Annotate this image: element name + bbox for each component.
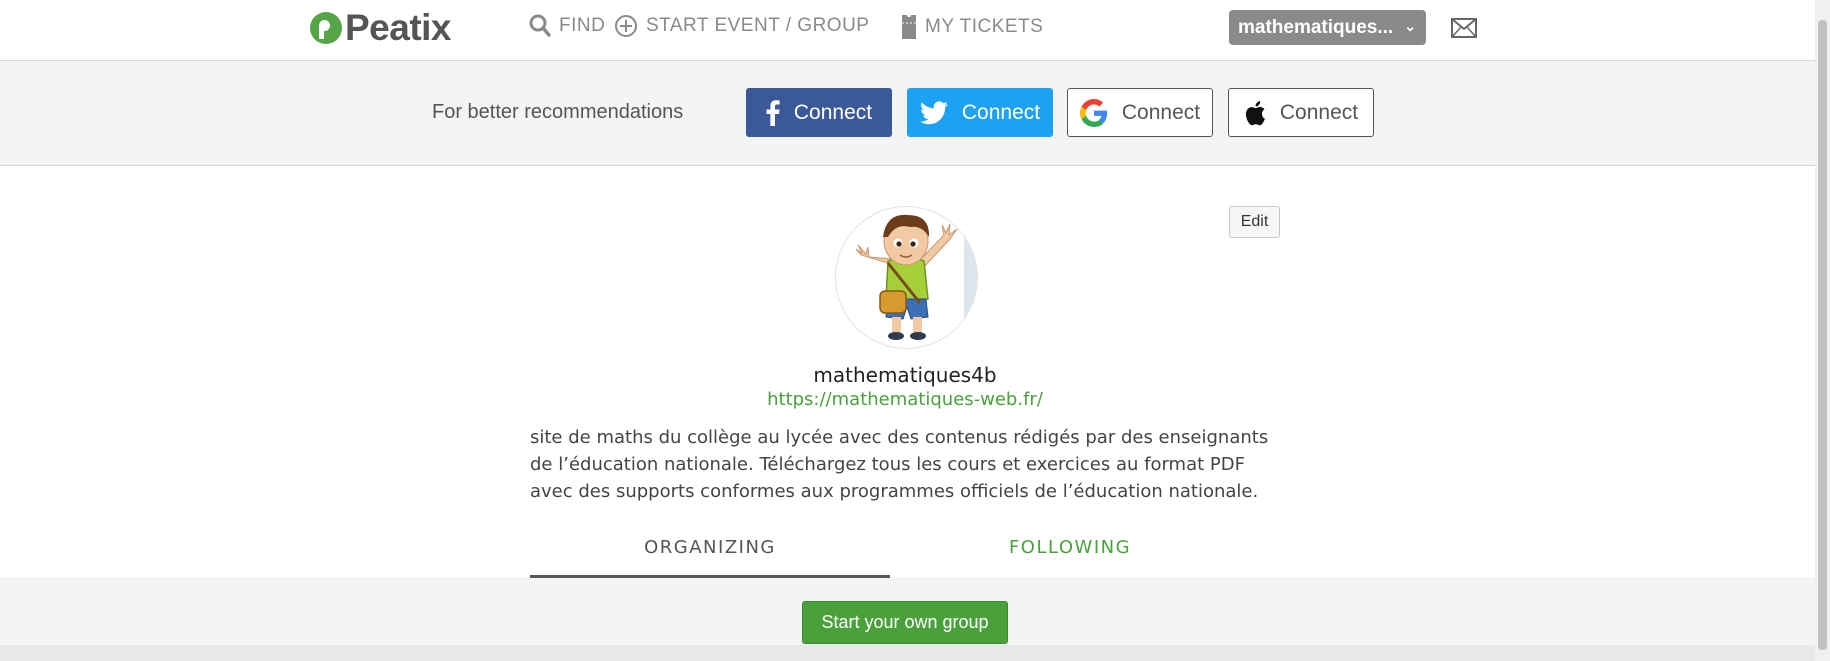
scrollbar-thumb[interactable] <box>1818 20 1827 650</box>
google-connect-label: Connect <box>1121 100 1201 124</box>
twitter-icon <box>919 100 948 124</box>
nav-my-tickets[interactable]: MY TICKETS <box>901 14 1043 40</box>
top-header: Peatix FIND START EVENT / GROUP MY TICKE… <box>0 0 1815 61</box>
profile-bio-line: site de maths du collège au lycée avec d… <box>530 427 1269 448</box>
connect-bar: For better recommendations Connect Conne… <box>0 61 1815 166</box>
boy-character-illustration <box>855 207 977 348</box>
nav-start-event[interactable]: START EVENT / GROUP <box>614 14 869 38</box>
twitter-connect-label: Connect <box>961 100 1041 124</box>
mail-icon <box>1451 18 1477 38</box>
peatix-logo[interactable]: Peatix <box>310 7 452 49</box>
messages-button[interactable] <box>1451 18 1477 42</box>
avatar <box>835 206 978 349</box>
profile-tabs: ORGANIZING FOLLOWING <box>530 532 1250 578</box>
facebook-icon <box>766 99 780 126</box>
facebook-connect-label: Connect <box>793 100 873 124</box>
nav-my-tickets-label: MY TICKETS <box>925 16 1044 37</box>
tab-following[interactable]: FOLLOWING <box>890 532 1250 578</box>
nav-find-label: FIND <box>559 15 606 36</box>
user-menu-dropdown[interactable]: mathematiques... ⌄ <box>1229 10 1426 45</box>
google-icon <box>1079 98 1108 127</box>
chevron-down-icon: ⌄ <box>1404 18 1416 34</box>
twitter-connect-button[interactable]: Connect <box>907 88 1053 137</box>
connect-prompt: For better recommendations <box>432 101 684 123</box>
brand-name: Peatix <box>345 7 452 48</box>
ticket-icon <box>902 15 916 39</box>
profile-bio: site de maths du collège au lycée avec d… <box>530 424 1280 505</box>
tab-organizing[interactable]: ORGANIZING <box>530 532 890 578</box>
nav-find[interactable]: FIND <box>529 14 605 38</box>
apple-icon <box>1245 100 1265 125</box>
page-bottom-strip <box>0 645 1815 661</box>
peatix-logo-mark-icon <box>310 12 342 44</box>
profile-username: mathematiques4b <box>813 363 997 387</box>
start-own-group-button[interactable]: Start your own group <box>802 601 1008 644</box>
user-menu-label: mathematiques... <box>1238 16 1394 38</box>
search-icon <box>529 14 551 37</box>
profile-bio-line: avec des supports conformes aux programm… <box>530 481 1259 502</box>
google-connect-button[interactable]: Connect <box>1067 88 1213 137</box>
profile-bio-line: de l’éducation nationale. Téléchargez to… <box>530 454 1245 475</box>
apple-connect-label: Connect <box>1279 100 1359 124</box>
apple-connect-button[interactable]: Connect <box>1228 88 1374 137</box>
edit-profile-button[interactable]: Edit <box>1229 206 1280 238</box>
nav-start-event-label: START EVENT / GROUP <box>646 15 870 36</box>
facebook-connect-button[interactable]: Connect <box>746 88 892 137</box>
plus-circle-icon <box>615 15 637 37</box>
profile-website-link[interactable]: https://mathematiques-web.fr/ <box>0 389 1810 410</box>
